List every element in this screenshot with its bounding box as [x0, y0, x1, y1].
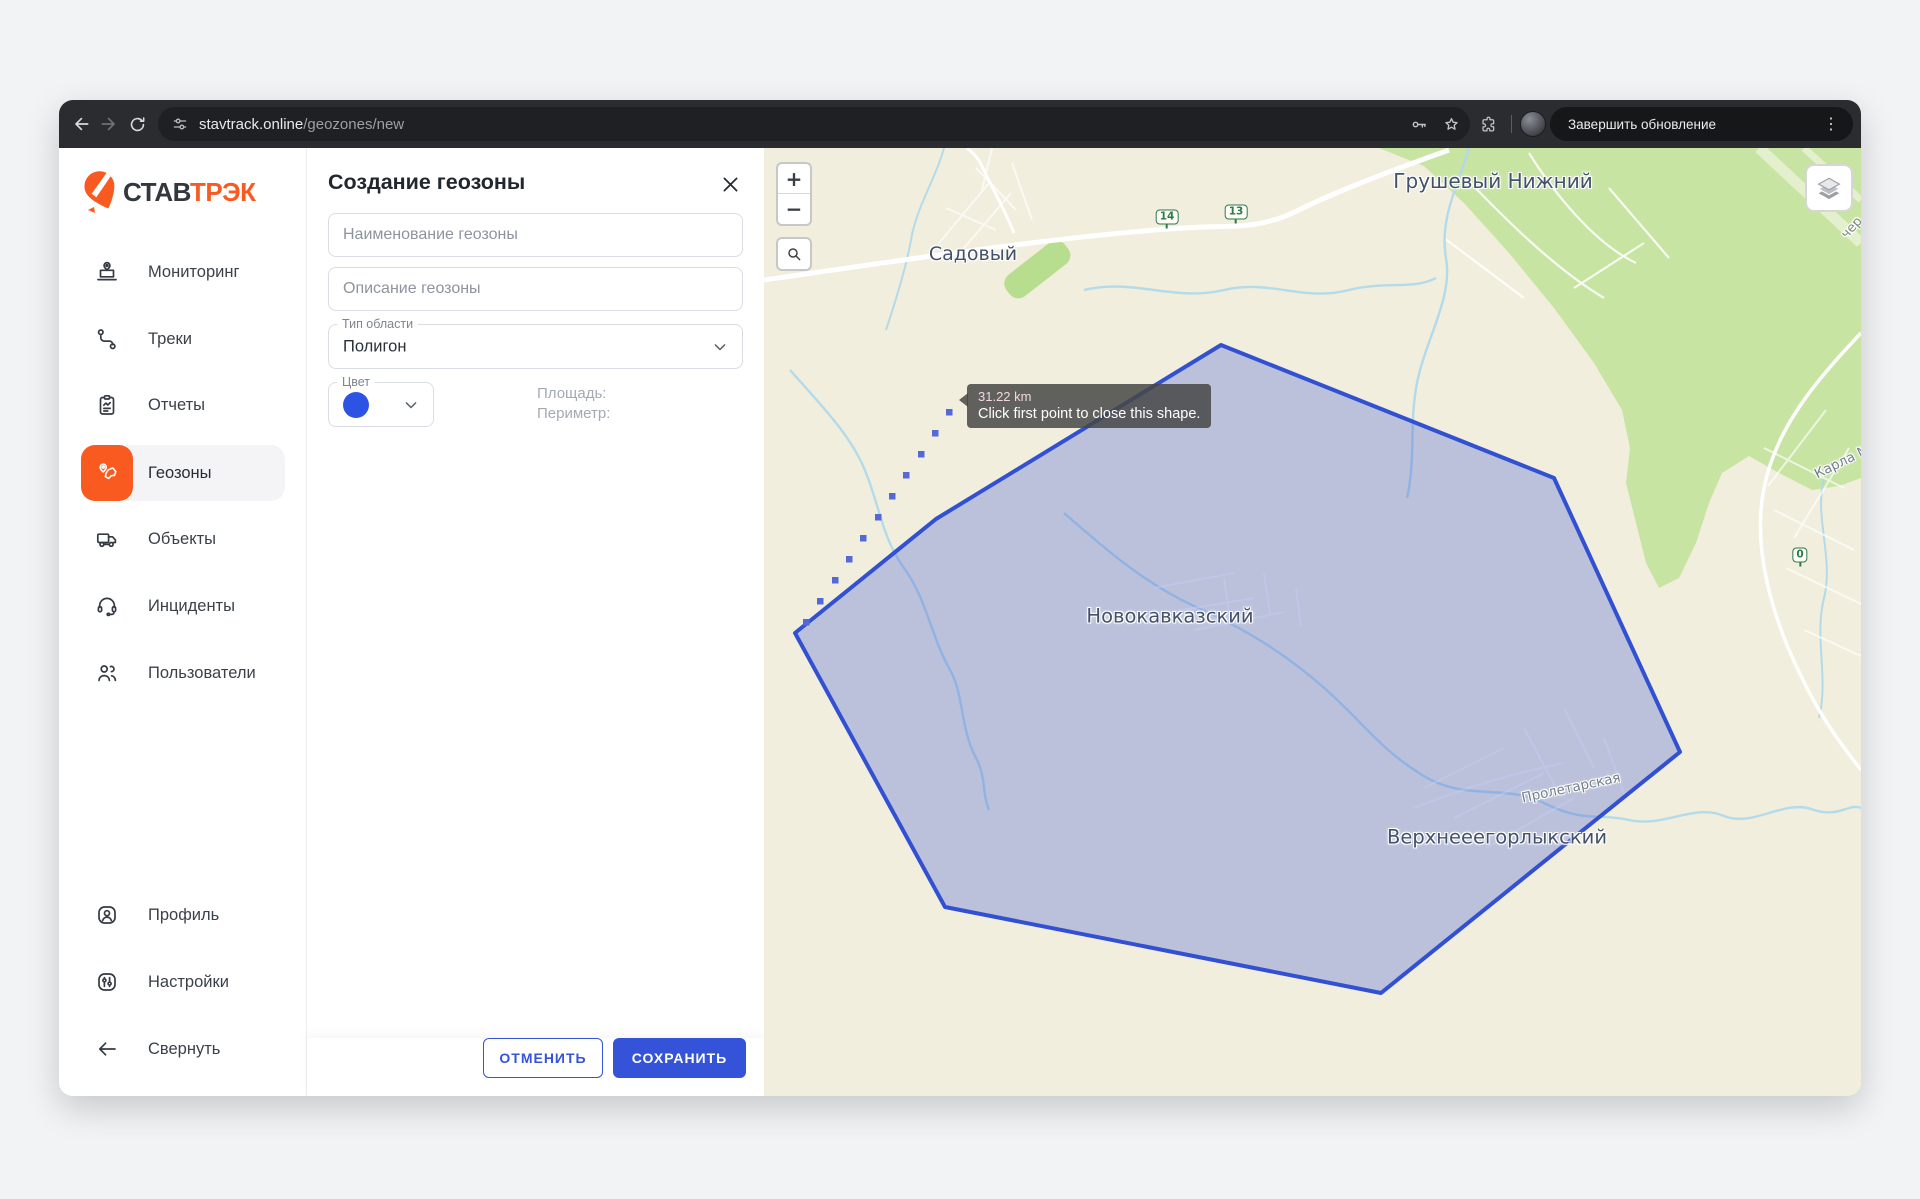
sidebar-item-label: Настройки: [148, 973, 229, 992]
finish-update-label: Завершить обновление: [1568, 117, 1823, 132]
settings-sliders-icon: [81, 954, 133, 1010]
color-label: Цвет: [337, 375, 375, 389]
road-km-badge: 13: [1225, 205, 1248, 220]
browser-menu-icon: ⋮: [1823, 114, 1839, 134]
sidebar-item-label: Свернуть: [148, 1040, 220, 1059]
desktop-background: stavtrack.online/geozones/new Завершить …: [0, 0, 1920, 1199]
sidebar-item-label: Пользователи: [148, 664, 256, 683]
map-label-town: Садовый: [929, 243, 1017, 265]
puzzle-icon: [1479, 115, 1498, 134]
sidebar-item-tracks[interactable]: Треки: [81, 311, 285, 367]
sidebar-item-label: Геозоны: [148, 464, 212, 483]
sidebar-item-label: Профиль: [148, 906, 219, 925]
geozone-metrics: Площадь: Периметр:: [537, 384, 610, 424]
road-km-badge: 0: [1792, 548, 1807, 563]
sidebar-item-profile[interactable]: Профиль: [81, 887, 285, 943]
sidebar-item-label: Отчеты: [148, 396, 205, 415]
star-icon: [1442, 115, 1461, 134]
map-zoom-control: + −: [776, 162, 812, 226]
password-key-button[interactable]: [1406, 111, 1432, 137]
geozone-create-panel: Создание геозоны Тип области Полигон Цве…: [307, 148, 764, 1096]
reload-button[interactable]: [123, 110, 151, 138]
panel-footer: ОТМЕНИТЬ СОХРАНИТЬ: [307, 1038, 764, 1096]
tracks-icon: [81, 311, 133, 367]
sidebar-item-reports[interactable]: Отчеты: [81, 377, 285, 433]
sidebar-item-geozones[interactable]: Геозоны: [81, 445, 285, 501]
draw-tooltip-hint: Click first point to close this shape.: [978, 406, 1200, 422]
reports-icon: [81, 377, 133, 433]
back-button[interactable]: [67, 110, 95, 138]
geozone-name-input[interactable]: [328, 213, 743, 257]
bookmark-star-button[interactable]: [1438, 111, 1464, 137]
browser-toolbar: stavtrack.online/geozones/new Завершить …: [59, 100, 1861, 148]
close-panel-button[interactable]: [717, 171, 743, 197]
logo-text: СТАВТРЭК: [123, 177, 256, 208]
app-logo[interactable]: СТАВТРЭК: [81, 168, 256, 216]
finish-update-button[interactable]: Завершить обновление ⋮: [1550, 107, 1853, 141]
extensions-button[interactable]: [1474, 110, 1502, 138]
map-label-town: Верхнееегорлыкский: [1387, 826, 1607, 849]
url-host: stavtrack.online: [199, 116, 303, 133]
map-label-town: Грушевый Нижний: [1393, 169, 1592, 193]
sidebar-item-collapse[interactable]: Свернуть: [81, 1021, 285, 1077]
layers-icon: [1814, 173, 1844, 203]
profile-avatar[interactable]: [1520, 111, 1546, 137]
toolbar-divider: [1511, 115, 1512, 133]
collapse-arrow-icon: [81, 1021, 133, 1077]
area-type-value: Полигон: [343, 337, 406, 356]
chevron-down-icon: [401, 395, 421, 415]
sidebar-item-users[interactable]: Пользователи: [81, 645, 285, 701]
profile-icon: [81, 887, 133, 943]
panel-title: Создание геозоны: [328, 170, 525, 195]
sidebar-item-incidents[interactable]: Инциденты: [81, 578, 285, 634]
save-button[interactable]: СОХРАНИТЬ: [613, 1038, 746, 1078]
map-search-button[interactable]: [776, 237, 812, 271]
objects-truck-icon: [81, 511, 133, 567]
map-layers-button[interactable]: [1805, 164, 1853, 212]
address-bar[interactable]: stavtrack.online/geozones/new: [158, 107, 1470, 141]
url-path: /geozones/new: [303, 116, 404, 133]
sidebar-item-monitoring[interactable]: Мониторинг: [81, 244, 285, 300]
map-label-town: Новокавказский: [1086, 605, 1253, 628]
forward-icon: [99, 114, 119, 134]
map-base-art: [764, 148, 1861, 1096]
draw-tooltip-distance: 31.22 km: [978, 389, 1200, 404]
forward-button[interactable]: [95, 110, 123, 138]
area-type-label: Тип области: [337, 317, 418, 331]
map-canvas[interactable]: Грушевый Нижний Садовый Новокавказский В…: [764, 148, 1861, 1096]
reload-icon: [128, 115, 147, 134]
sidebar-item-label: Инциденты: [148, 597, 235, 616]
url-text: stavtrack.online/geozones/new: [199, 116, 1406, 133]
geozones-icon: [81, 445, 133, 501]
close-icon: [720, 174, 741, 195]
monitoring-icon: [81, 244, 133, 300]
browser-window: stavtrack.online/geozones/new Завершить …: [59, 100, 1861, 1096]
road-km-badge: 14: [1156, 210, 1179, 225]
geozone-description-input[interactable]: [328, 267, 743, 311]
sidebar-item-label: Объекты: [148, 530, 216, 549]
area-label: Площадь:: [537, 384, 610, 404]
sidebar-item-label: Треки: [148, 330, 192, 349]
logo-pin-icon: [81, 168, 121, 216]
sidebar-item-objects[interactable]: Объекты: [81, 511, 285, 567]
cancel-button[interactable]: ОТМЕНИТЬ: [483, 1038, 603, 1078]
zoom-in-button[interactable]: +: [778, 164, 810, 194]
key-icon: [1410, 115, 1429, 134]
chevron-down-icon: [710, 337, 730, 357]
back-icon: [71, 114, 91, 134]
color-swatch: [343, 392, 369, 418]
incidents-headset-icon: [81, 578, 133, 634]
site-settings-icon[interactable]: [171, 115, 189, 133]
sidebar-item-label: Мониторинг: [148, 263, 240, 282]
users-icon: [81, 645, 133, 701]
app-content: СТАВТРЭК Мониторинг Треки: [59, 148, 1861, 1096]
sidebar: СТАВТРЭК Мониторинг Треки: [59, 148, 307, 1096]
perimeter-label: Периметр:: [537, 404, 610, 424]
zoom-out-button[interactable]: −: [778, 194, 810, 224]
sidebar-item-settings[interactable]: Настройки: [81, 954, 285, 1010]
draw-tooltip: 31.22 km Click first point to close this…: [967, 384, 1211, 428]
search-icon: [786, 246, 802, 262]
